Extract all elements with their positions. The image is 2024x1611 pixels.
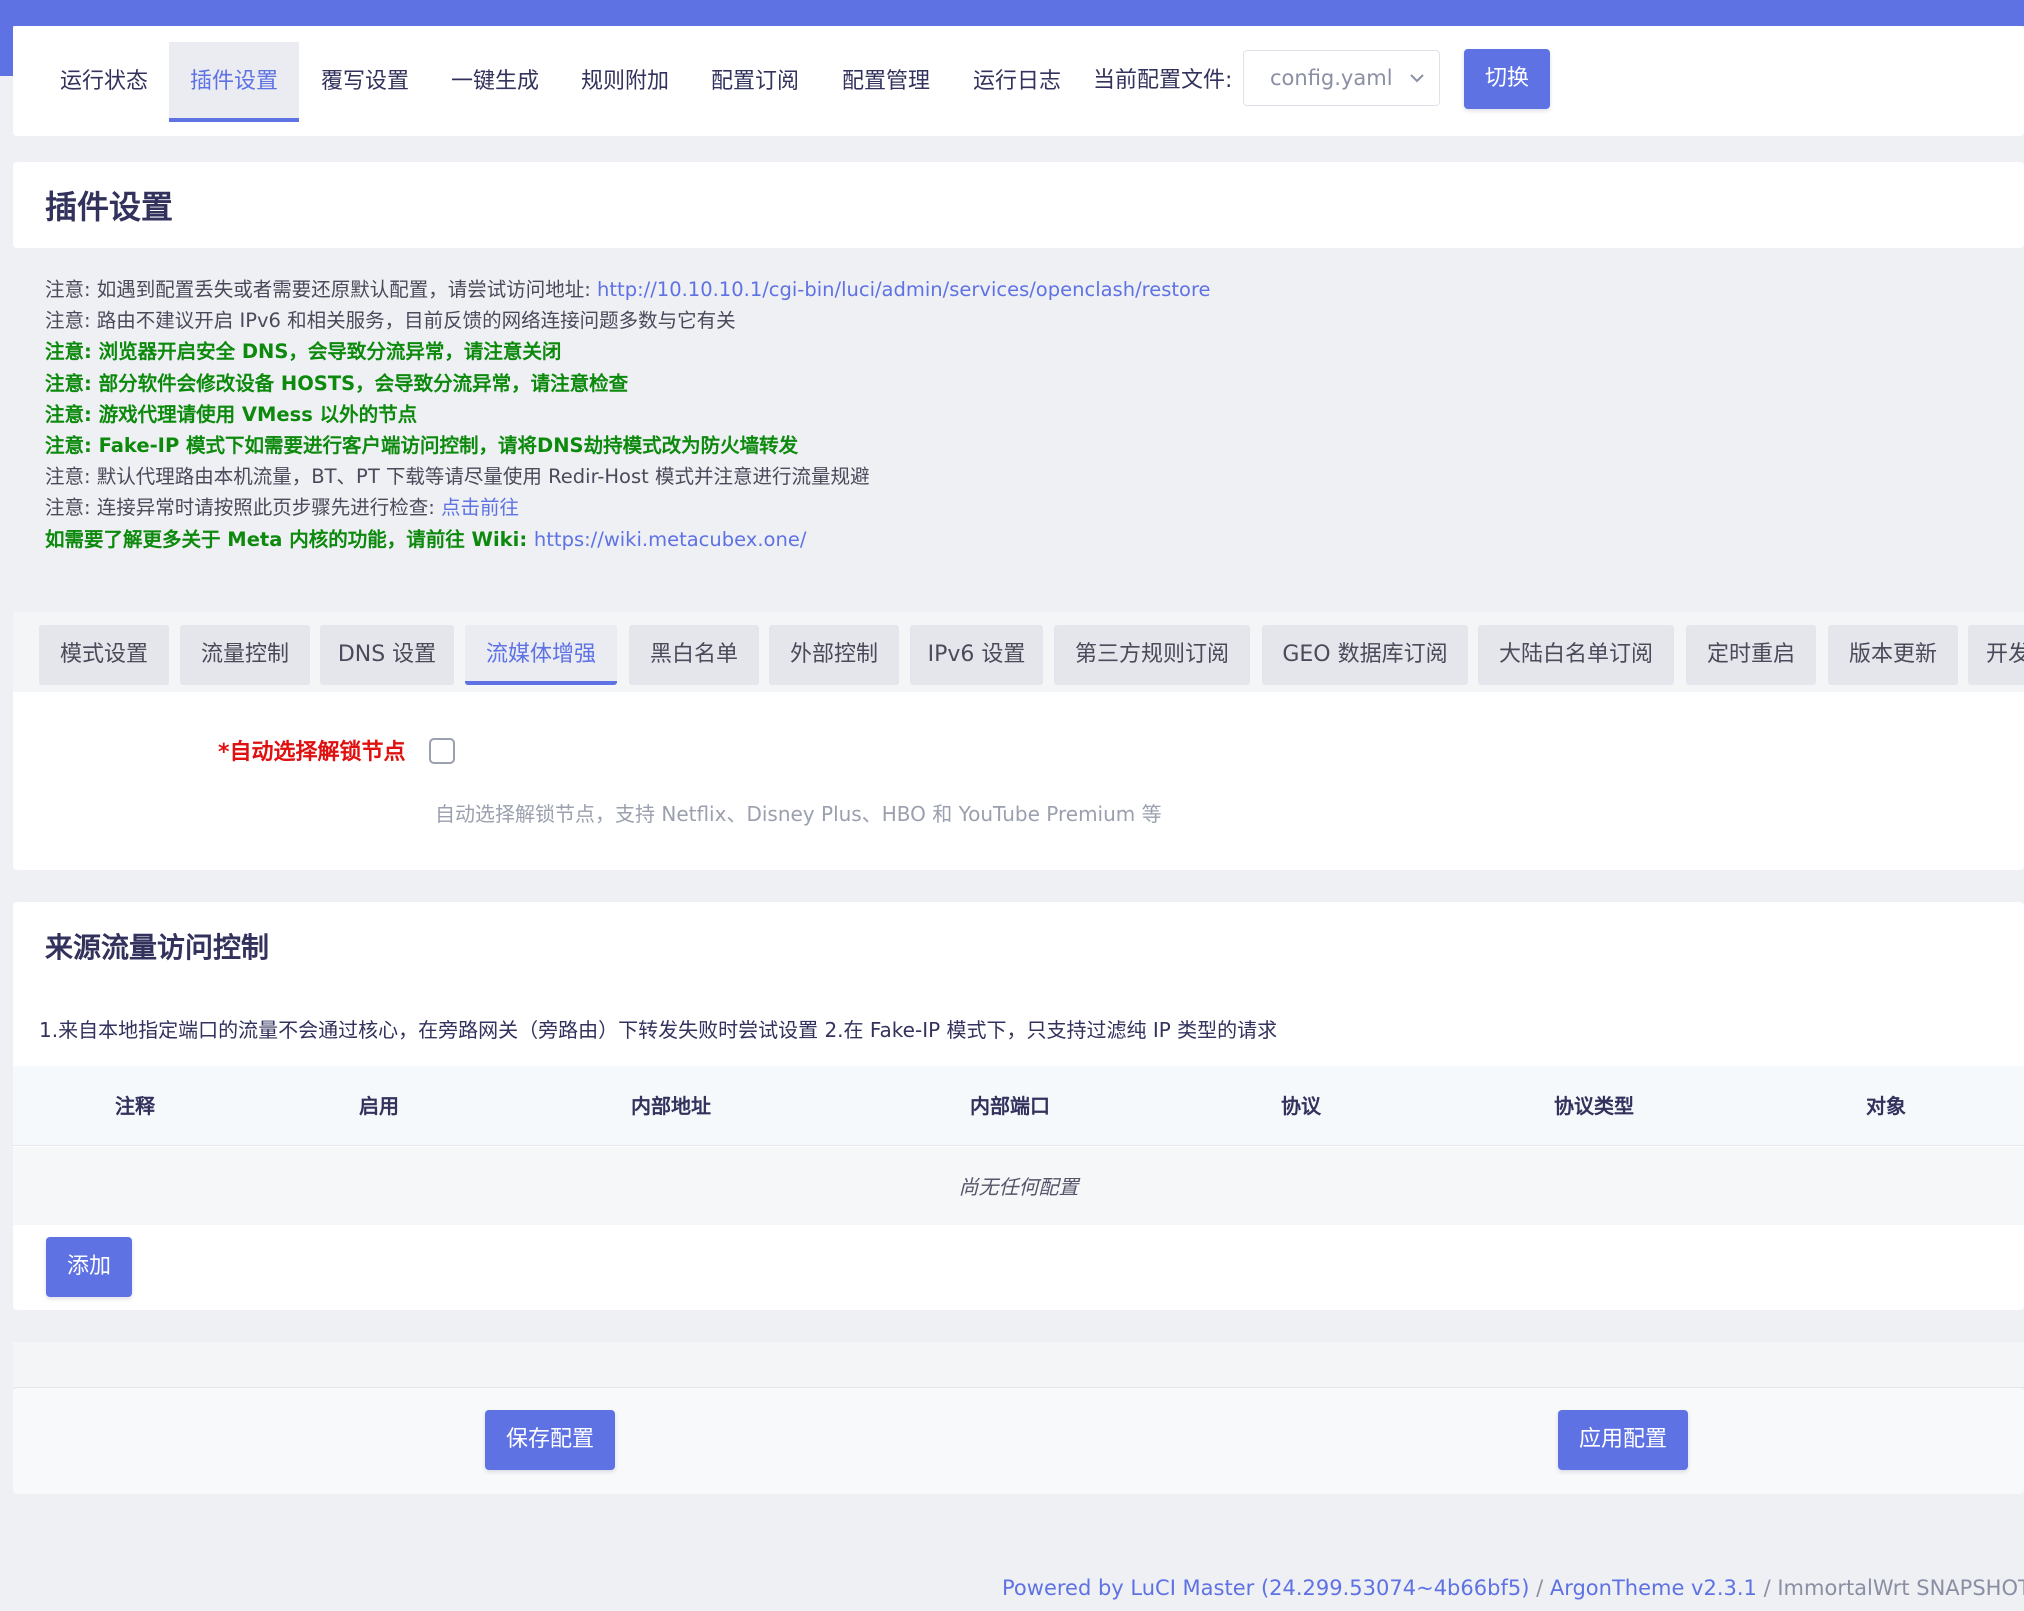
- auto-unlock-hint: 自动选择解锁节点，支持 Netflix、Disney Plus、HBO 和 Yo…: [435, 802, 1162, 826]
- actions-divider: [13, 1342, 2024, 1388]
- table-header: 注释 启用 内部地址 内部端口 协议 协议类型 对象: [13, 1066, 2024, 1146]
- luci-version-link[interactable]: Powered by LuCI Master (24.299.53074~4b6…: [1002, 1576, 1529, 1600]
- subtab-china-whitelist[interactable]: 大陆白名单订阅: [1478, 625, 1674, 685]
- subtab-dns[interactable]: DNS 设置: [320, 625, 454, 685]
- nav-tab-logs[interactable]: 运行日志: [957, 42, 1077, 122]
- column-header-comment: 注释: [115, 1094, 155, 1118]
- powered-by-footer: Powered by LuCI Master (24.299.53074~4b6…: [1002, 1576, 2024, 1600]
- subtab-streaming[interactable]: 流媒体增强: [465, 625, 617, 685]
- troubleshoot-link[interactable]: 点击前往: [441, 496, 519, 519]
- subtab-mode[interactable]: 模式设置: [39, 625, 169, 685]
- nav-tab-rules-append[interactable]: 规则附加: [565, 42, 685, 122]
- column-header-target: 对象: [1866, 1094, 1906, 1118]
- page-title-card: 插件设置: [13, 162, 2024, 248]
- config-file-select[interactable]: config.yaml: [1243, 50, 1440, 106]
- subtab-version-update[interactable]: 版本更新: [1828, 625, 1958, 685]
- chevron-down-icon: [1410, 74, 1424, 83]
- subtab-external[interactable]: 外部控制: [769, 625, 899, 685]
- nav-tab-config-manage[interactable]: 配置管理: [826, 42, 946, 122]
- add-button[interactable]: 添加: [46, 1237, 132, 1297]
- footer-separator: /: [1756, 1576, 1778, 1600]
- argon-theme-link[interactable]: ArgonTheme v2.3.1: [1550, 1576, 1757, 1600]
- auto-unlock-label: *自动选择解锁节点: [218, 740, 406, 765]
- nav-tab-status[interactable]: 运行状态: [45, 42, 163, 122]
- streaming-settings-card: *自动选择解锁节点 自动选择解锁节点，支持 Netflix、Disney Plu…: [13, 692, 2024, 870]
- column-header-protocol: 协议: [1281, 1094, 1321, 1118]
- nav-tab-overwrite[interactable]: 覆写设置: [305, 42, 425, 122]
- nav-tab-config-subscribe[interactable]: 配置订阅: [695, 42, 815, 122]
- notice-troubleshoot: 注意: 连接异常时请按照此页步骤先进行检查: 点击前往: [45, 496, 520, 520]
- column-header-internal-port: 内部端口: [970, 1094, 1050, 1118]
- nav-tab-one-click[interactable]: 一键生成: [435, 42, 555, 122]
- subtab-third-party-rules[interactable]: 第三方规则订阅: [1054, 625, 1250, 685]
- save-config-button[interactable]: 保存配置: [485, 1410, 615, 1470]
- section-title: 来源流量访问控制: [45, 931, 270, 964]
- section-description: 1.来自本地指定端口的流量不会通过核心，在旁路网关（旁路由）下转发失败时尝试设置…: [39, 1018, 1278, 1042]
- restore-link[interactable]: http://10.10.10.1/cgi-bin/luci/admin/ser…: [597, 278, 1211, 301]
- config-file-label: 当前配置文件:: [1093, 68, 1233, 93]
- notice-list: 注意: 如遇到配置丢失或者需要还原默认配置，请尝试访问地址: http://10…: [45, 274, 2005, 555]
- notice-secure-dns: 注意: 浏览器开启安全 DNS，会导致分流异常，请注意关闭: [45, 340, 562, 364]
- top-accent-edge: [0, 26, 13, 76]
- config-file-value: config.yaml: [1270, 66, 1393, 90]
- notice-hosts: 注意: 部分软件会修改设备 HOSTS，会导致分流异常，请注意检查: [45, 371, 629, 395]
- subtab-developer[interactable]: 开发: [1968, 625, 2024, 685]
- nav-tab-plugin-settings[interactable]: 插件设置: [169, 42, 299, 122]
- subtab-ipv6[interactable]: IPv6 设置: [910, 625, 1043, 685]
- notice-meta-wiki: 如需要了解更多关于 Meta 内核的功能，请前往 Wiki: https://w…: [45, 527, 807, 551]
- column-header-protocol-type: 协议类型: [1554, 1094, 1634, 1118]
- subtab-blackwhite[interactable]: 黑白名单: [629, 625, 759, 685]
- notice-ipv6: 注意: 路由不建议开启 IPv6 和相关服务，目前反馈的网络连接问题多数与它有关: [45, 309, 736, 333]
- notice-bt-pt: 注意: 默认代理路由本机流量，BT、PT 下载等请尽量使用 Redir-Host…: [45, 465, 870, 489]
- footer-separator: /: [1529, 1576, 1550, 1600]
- table-row: 尚无任何配置: [13, 1147, 2024, 1225]
- page-title: 插件设置: [45, 188, 174, 226]
- switch-config-button[interactable]: 切换: [1464, 49, 1550, 109]
- column-header-internal-address: 内部地址: [631, 1094, 711, 1118]
- apply-config-button[interactable]: 应用配置: [1558, 1410, 1688, 1470]
- subtab-geo-db[interactable]: GEO 数据库订阅: [1262, 625, 1468, 685]
- os-version: ImmortalWrt SNAPSHOT r3222: [1777, 1576, 2024, 1600]
- column-header-enabled: 启用: [359, 1094, 399, 1118]
- subtab-scheduled-restart[interactable]: 定时重启: [1686, 625, 1816, 685]
- subtab-traffic[interactable]: 流量控制: [180, 625, 310, 685]
- notice-restore: 注意: 如遇到配置丢失或者需要还原默认配置，请尝试访问地址: http://10…: [45, 278, 1211, 301]
- access-control-card: 来源流量访问控制 1.来自本地指定端口的流量不会通过核心，在旁路网关（旁路由）下…: [13, 902, 2024, 1310]
- notice-fake-ip: 注意: Fake-IP 模式下如需要进行客户端访问控制，请将DNS劫持模式改为防…: [45, 433, 799, 457]
- notice-game-proxy: 注意: 游戏代理请使用 VMess 以外的节点: [45, 402, 418, 426]
- empty-table-message: 尚无任何配置: [958, 1175, 1079, 1199]
- wiki-link[interactable]: https://wiki.metacubex.one/: [534, 528, 806, 551]
- auto-unlock-checkbox[interactable]: [429, 738, 455, 764]
- actions-card: 保存配置 应用配置: [13, 1388, 2024, 1494]
- top-accent-bar: [0, 0, 2024, 26]
